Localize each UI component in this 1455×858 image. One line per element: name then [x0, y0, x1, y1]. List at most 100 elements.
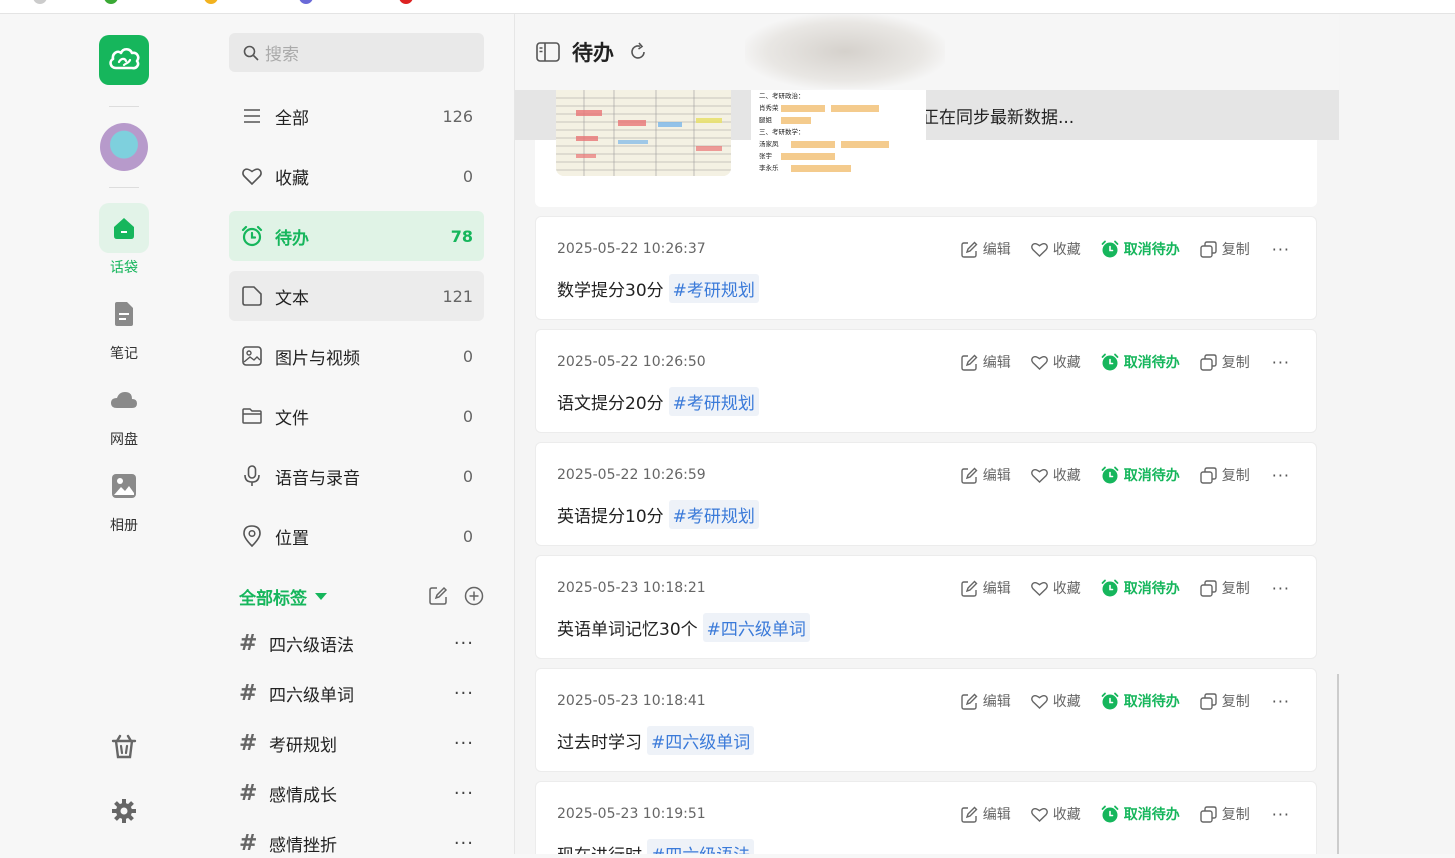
note-card[interactable]: 2025-05-23 10:19:51 编辑 收藏 取消待办 复制 ··· 现在…: [535, 781, 1317, 854]
edit-button[interactable]: 编辑: [961, 239, 1011, 259]
tab-favicon[interactable]: [104, 0, 118, 4]
rail-item-album[interactable]: 相册: [93, 461, 155, 535]
cancel-todo-button[interactable]: 取消待办: [1101, 804, 1180, 824]
category-voice[interactable]: 语音与录音 0: [229, 451, 484, 501]
note-image-thumbnail[interactable]: [556, 90, 731, 176]
tab-favicon[interactable]: [399, 0, 413, 4]
edit-button[interactable]: 编辑: [961, 578, 1011, 598]
edit-button[interactable]: 编辑: [961, 691, 1011, 711]
favorite-button[interactable]: 收藏: [1030, 578, 1081, 598]
note-actions: 编辑 收藏 取消待办 复制 ···: [941, 804, 1290, 824]
copy-button[interactable]: 复制: [1200, 465, 1250, 485]
favorite-button[interactable]: 收藏: [1030, 352, 1081, 372]
favorite-button[interactable]: 收藏: [1030, 804, 1081, 824]
copy-button[interactable]: 复制: [1200, 804, 1250, 824]
category-images-videos[interactable]: 图片与视频 0: [229, 331, 484, 381]
category-all[interactable]: 全部 126: [229, 91, 484, 141]
edit-icon: [961, 354, 978, 371]
more-options-button[interactable]: ···: [1272, 353, 1290, 372]
note-card[interactable]: 2025-05-22 10:26:59 编辑 收藏 取消待办 复制 ··· 英语…: [535, 442, 1317, 546]
app-logo[interactable]: [99, 35, 149, 85]
microphone-icon: [241, 465, 263, 487]
note-icon: [99, 289, 149, 339]
category-location[interactable]: 位置 0: [229, 511, 484, 561]
edit-button[interactable]: 编辑: [961, 465, 1011, 485]
note-image-thumbnail[interactable]: 二、考研政治： 肖秀荣 腿姐 三、考研数学： 汤家凤 张宇 李永乐: [751, 90, 926, 176]
tag-item[interactable]: # 感情成长 ···: [239, 778, 474, 808]
cancel-todo-button[interactable]: 取消待办: [1101, 239, 1180, 259]
more-icon[interactable]: ···: [454, 633, 474, 654]
more-icon[interactable]: ···: [454, 833, 474, 854]
rail-item-notes[interactable]: 笔记: [93, 289, 155, 363]
avatar[interactable]: [100, 123, 148, 171]
copy-button[interactable]: 复制: [1200, 578, 1250, 598]
rail-item-cloud-drive[interactable]: 网盘: [93, 375, 155, 449]
gear-icon: [112, 799, 136, 823]
tag-item[interactable]: # 考研规划 ···: [239, 728, 474, 758]
copy-button[interactable]: 复制: [1200, 239, 1250, 259]
category-files[interactable]: 文件 0: [229, 391, 484, 441]
add-tag-icon[interactable]: [464, 586, 484, 606]
more-icon[interactable]: ···: [454, 783, 474, 804]
edit-label: 编辑: [982, 355, 1011, 371]
note-tag[interactable]: #四六级单词: [647, 726, 755, 755]
settings-button[interactable]: [109, 796, 139, 826]
copy-button[interactable]: 复制: [1200, 352, 1250, 372]
cancel-todo-label: 取消待办: [1123, 355, 1180, 371]
sidebar-toggle-icon[interactable]: [536, 42, 560, 62]
search-input[interactable]: 搜索: [229, 33, 484, 72]
tags-header-label[interactable]: 全部标签: [239, 584, 307, 609]
favorite-label: 收藏: [1052, 694, 1081, 710]
note-tag[interactable]: #考研规划: [668, 274, 759, 303]
category-favorites[interactable]: 收藏 0: [229, 151, 484, 201]
edit-tags-icon[interactable]: [429, 586, 448, 605]
note-card[interactable]: 2025-05-23 10:18:21 编辑 收藏 取消待办 复制 ··· 英语…: [535, 555, 1317, 659]
note-tag[interactable]: #四六级语法: [647, 839, 755, 854]
tag-label: 感情挫折: [269, 835, 337, 856]
rail-item-bag[interactable]: 话袋: [93, 203, 155, 277]
favorite-label: 收藏: [1052, 468, 1081, 484]
cancel-todo-button[interactable]: 取消待办: [1101, 352, 1180, 372]
cancel-todo-button[interactable]: 取消待办: [1101, 578, 1180, 598]
cancel-todo-button[interactable]: 取消待办: [1101, 691, 1180, 711]
edit-icon: [961, 467, 978, 484]
note-body: 过去时学习 #四六级单词: [557, 726, 755, 755]
favorite-button[interactable]: 收藏: [1030, 239, 1081, 259]
favorite-button[interactable]: 收藏: [1030, 465, 1081, 485]
heart-icon: [1030, 581, 1048, 596]
copy-button[interactable]: 复制: [1200, 691, 1250, 711]
category-text[interactable]: 文本 121: [229, 271, 484, 321]
refresh-icon[interactable]: [628, 42, 648, 62]
folder-icon: [241, 405, 263, 427]
note-card[interactable]: 2025-05-22 10:26:37 编辑 收藏 取消待办 复制 ··· 数学…: [535, 216, 1317, 320]
tab-favicon[interactable]: [204, 0, 218, 4]
note-tag[interactable]: #考研规划: [668, 500, 759, 529]
note-tag[interactable]: #四六级单词: [702, 613, 810, 642]
more-options-button[interactable]: ···: [1272, 692, 1290, 711]
more-options-button[interactable]: ···: [1272, 579, 1290, 598]
alarm-icon: [1101, 240, 1119, 258]
more-options-button[interactable]: ···: [1272, 240, 1290, 259]
category-count: 126: [442, 106, 473, 126]
favorite-button[interactable]: 收藏: [1030, 691, 1081, 711]
tag-item[interactable]: # 四六级语法 ···: [239, 628, 474, 658]
more-options-button[interactable]: ···: [1272, 805, 1290, 824]
note-timestamp: 2025-05-23 10:18:21: [557, 580, 706, 596]
tab-favicon[interactable]: [299, 0, 313, 4]
tab-favicon[interactable]: [33, 0, 47, 4]
note-card[interactable]: 2025-05-23 10:18:41 编辑 收藏 取消待办 复制 ··· 过去…: [535, 668, 1317, 772]
note-tag[interactable]: #考研规划: [668, 387, 759, 416]
more-icon[interactable]: ···: [454, 683, 474, 704]
category-todo[interactable]: 待办 78: [229, 211, 484, 261]
trash-button[interactable]: [109, 731, 139, 761]
scrollbar[interactable]: [1337, 674, 1339, 854]
note-card[interactable]: 2025-05-22 10:26:50 编辑 收藏 取消待办 复制 ··· 语文…: [535, 329, 1317, 433]
edit-button[interactable]: 编辑: [961, 804, 1011, 824]
cancel-todo-button[interactable]: 取消待办: [1101, 465, 1180, 485]
tag-item[interactable]: # 四六级单词 ···: [239, 678, 474, 708]
caret-down-icon[interactable]: [315, 592, 327, 600]
more-icon[interactable]: ···: [454, 733, 474, 754]
heart-icon: [1030, 807, 1048, 822]
more-options-button[interactable]: ···: [1272, 466, 1290, 485]
edit-button[interactable]: 编辑: [961, 352, 1011, 372]
